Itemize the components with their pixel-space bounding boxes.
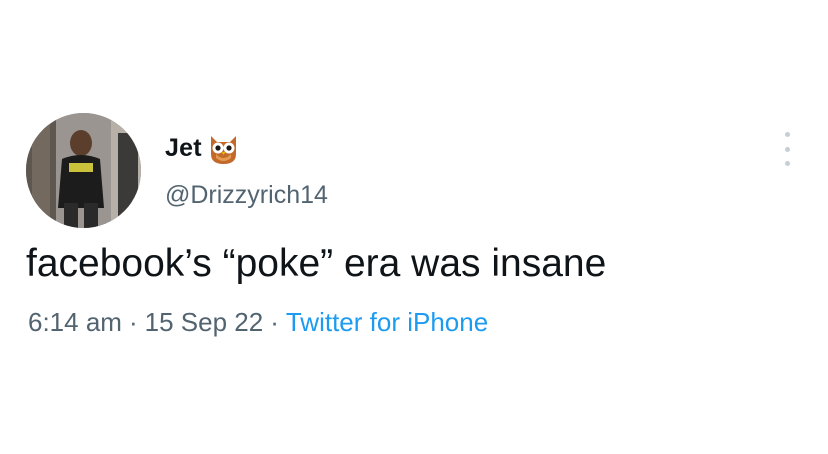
more-dot — [784, 161, 790, 166]
display-name-row[interactable]: Jet — [165, 128, 239, 168]
tweet-time[interactable]: 6:14 am — [28, 307, 122, 337]
tweet-source-link[interactable]: Twitter for iPhone — [286, 307, 488, 337]
tweet-meta: 6:14 am · 15 Sep 22 · Twitter for iPhone — [28, 304, 488, 340]
tweet-text: facebook’s “poke” era was insane — [26, 242, 607, 285]
user-handle[interactable]: @Drizzyrich14 — [165, 175, 328, 215]
tweet-date[interactable]: 15 Sep 22 — [145, 307, 264, 337]
display-name[interactable]: Jet — [165, 128, 202, 168]
more-vertical-icon[interactable] — [781, 132, 793, 166]
meta-separator: · — [270, 307, 279, 337]
avatar[interactable] — [26, 113, 141, 228]
more-dot — [784, 132, 790, 137]
meta-separator: · — [128, 307, 138, 337]
more-dot — [784, 146, 790, 152]
avatar-photo — [26, 113, 141, 228]
owl-emoji-icon — [208, 130, 239, 166]
